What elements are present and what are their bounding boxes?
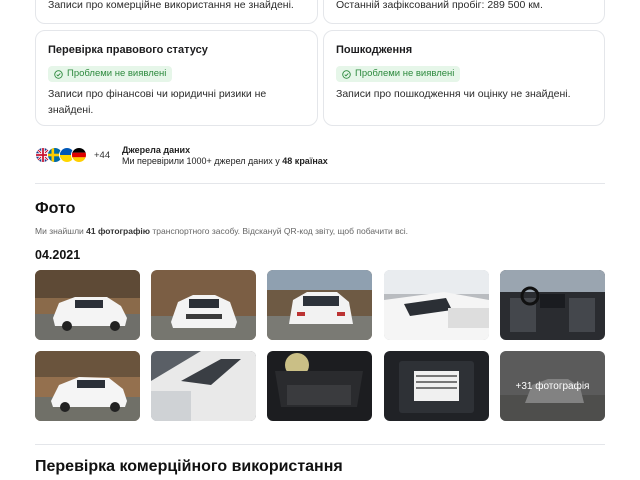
germany-flag-icon <box>71 147 87 163</box>
country-flags <box>35 147 91 163</box>
legal-status-title: Перевірка правового статусу <box>48 44 208 56</box>
vehicle-photo[interactable] <box>500 270 605 340</box>
check-circle-icon <box>54 69 63 79</box>
status-badge: Проблеми не виявлені <box>48 66 173 82</box>
vehicle-photo[interactable] <box>384 351 489 421</box>
commercial-use-heading: Перевірка комерційного використання <box>35 458 343 475</box>
more-photos-tile[interactable]: +31 фотографія <box>500 351 605 421</box>
mileage-text: Останній зафіксований пробіг: 289 500 км… <box>336 0 543 11</box>
status-badge-label: Проблеми не виявлені <box>355 68 455 79</box>
legal-status-card: Перевірка правового статусу Проблеми не … <box>35 30 318 126</box>
photos-date: 04.2021 <box>35 248 81 262</box>
photos-heading: Фото <box>35 200 76 217</box>
damage-text: Записи про пошкодження чи оцінку не знай… <box>336 88 571 100</box>
divider <box>35 183 605 184</box>
mileage-card: Останній зафіксований пробіг: 289 500 км… <box>323 0 605 24</box>
vehicle-photo[interactable] <box>267 351 372 421</box>
photos-subtitle: Ми знайшли 41 фотографію транспортного з… <box>35 226 409 236</box>
check-circle-icon <box>342 69 351 79</box>
vehicle-photo[interactable] <box>151 270 256 340</box>
vehicle-photo[interactable] <box>151 351 256 421</box>
data-sources-subtitle: Ми перевірили 1000+ джерел даних у 48 кр… <box>122 156 328 166</box>
more-countries-count: +44 <box>94 150 111 161</box>
divider <box>35 444 605 445</box>
status-badge-label: Проблеми не виявлені <box>67 68 167 79</box>
vehicle-photo[interactable] <box>35 351 140 421</box>
legal-status-text-line2: знайдені. <box>48 104 94 116</box>
vehicle-photo[interactable] <box>384 270 489 340</box>
commercial-use-text: Записи про комерційне використання не зн… <box>48 0 294 11</box>
legal-status-text-line1: Записи про фінансові чи юридичні ризики … <box>48 88 267 100</box>
damage-title: Пошкодження <box>336 44 413 56</box>
commercial-use-card: Записи про комерційне використання не зн… <box>35 0 318 24</box>
status-badge: Проблеми не виявлені <box>336 66 461 82</box>
vehicle-photo[interactable] <box>35 270 140 340</box>
vehicle-photo[interactable] <box>267 270 372 340</box>
data-sources-title: Джерела даних <box>122 145 191 155</box>
damage-card: Пошкодження Проблеми не виявлені Записи … <box>323 30 605 126</box>
more-photos-label: +31 фотографія <box>500 351 605 421</box>
